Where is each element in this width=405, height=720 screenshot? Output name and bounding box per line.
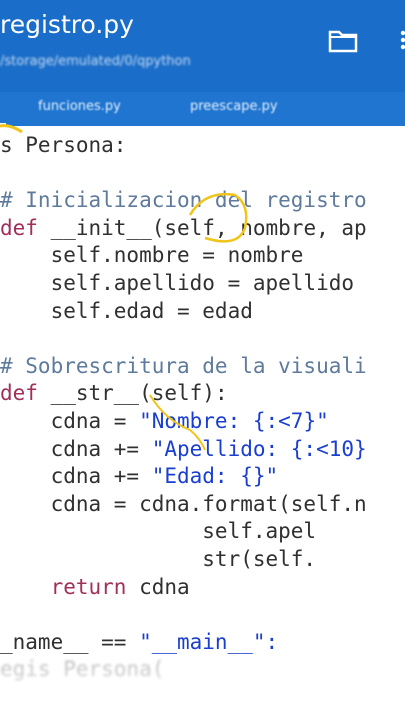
code-token: self.apellido = apellido (0, 271, 355, 295)
folder-icon[interactable] (328, 27, 358, 53)
code-token: str(self. (0, 547, 317, 571)
code-token: def (0, 381, 51, 406)
code-line[interactable]: self.nombre = nombre (0, 242, 304, 269)
code-token: cdna = (0, 409, 140, 433)
file-title: registro.py (0, 10, 134, 39)
code-token: def (0, 215, 51, 240)
code-token: "Nombre: {:<7}" (139, 409, 329, 433)
code-line[interactable]: self.apel (0, 518, 316, 545)
tab-label: preescape.py (190, 99, 278, 114)
code-line[interactable]: # Inicializacion del registro (0, 187, 367, 214)
code-line[interactable]: str(self. (0, 546, 316, 573)
code-token: cdna (139, 574, 190, 599)
code-token: # Sobrescritura de la visuali (0, 353, 367, 378)
tab-funciones[interactable]: funciones.py (38, 92, 121, 126)
code-line[interactable]: return cdna (0, 574, 190, 601)
code-line[interactable]: self.apellido = apellido (0, 270, 354, 297)
code-line[interactable]: self.edad = edad (0, 298, 253, 325)
code-token: __init__(self, nombre, ap (50, 215, 367, 240)
code-line[interactable]: cdna = "Nombre: {:<7}" (0, 408, 329, 435)
code-line[interactable]: cdna += "Apellido: {:<10} (0, 436, 367, 463)
tab-registro[interactable] (0, 92, 4, 126)
code-token: # Inicializacion del registro (0, 188, 367, 213)
code-line[interactable]: cdna += "Edad: {}" (0, 463, 279, 490)
code-token: __str__(self): (50, 381, 228, 406)
code-token: return (0, 574, 140, 599)
more-icon[interactable] (393, 30, 405, 50)
code-line[interactable]: def __init__(self, nombre, ap (0, 215, 367, 242)
file-path: /storage/emulated/0/qpython (0, 54, 191, 69)
app-bar: registro.py /storage/emulated/0/qpython (0, 0, 405, 92)
code-token: self.apel (0, 519, 317, 544)
code-editor[interactable]: s Persona: # Inicializacion del registro d… (0, 126, 405, 720)
code-token: self.nombre = nombre (0, 243, 304, 268)
tab-label: funciones.py (38, 99, 121, 114)
code-token: "Apellido: {:<10} (151, 436, 367, 461)
code-line[interactable]: cdna = cdna.format(self.n (0, 491, 367, 518)
code-token: self.edad = edad (0, 298, 253, 323)
code-token: cdna = cdna.format(self.n (0, 491, 367, 516)
code-token: cdna += (0, 436, 152, 461)
code-line[interactable]: s Persona: (0, 132, 126, 159)
code-line[interactable]: # Sobrescritura de la visuali (0, 353, 367, 380)
scroll-fade (0, 650, 405, 720)
code-token: cdna += (0, 464, 152, 489)
tab-preescape[interactable]: preescape.py (190, 92, 278, 126)
tab-bar: funciones.py preescape.py (0, 92, 405, 126)
code-token: s Persona: (0, 133, 127, 157)
code-token: "Edad: {}" (151, 464, 279, 489)
code-line[interactable]: def __str__(self): (0, 380, 228, 407)
